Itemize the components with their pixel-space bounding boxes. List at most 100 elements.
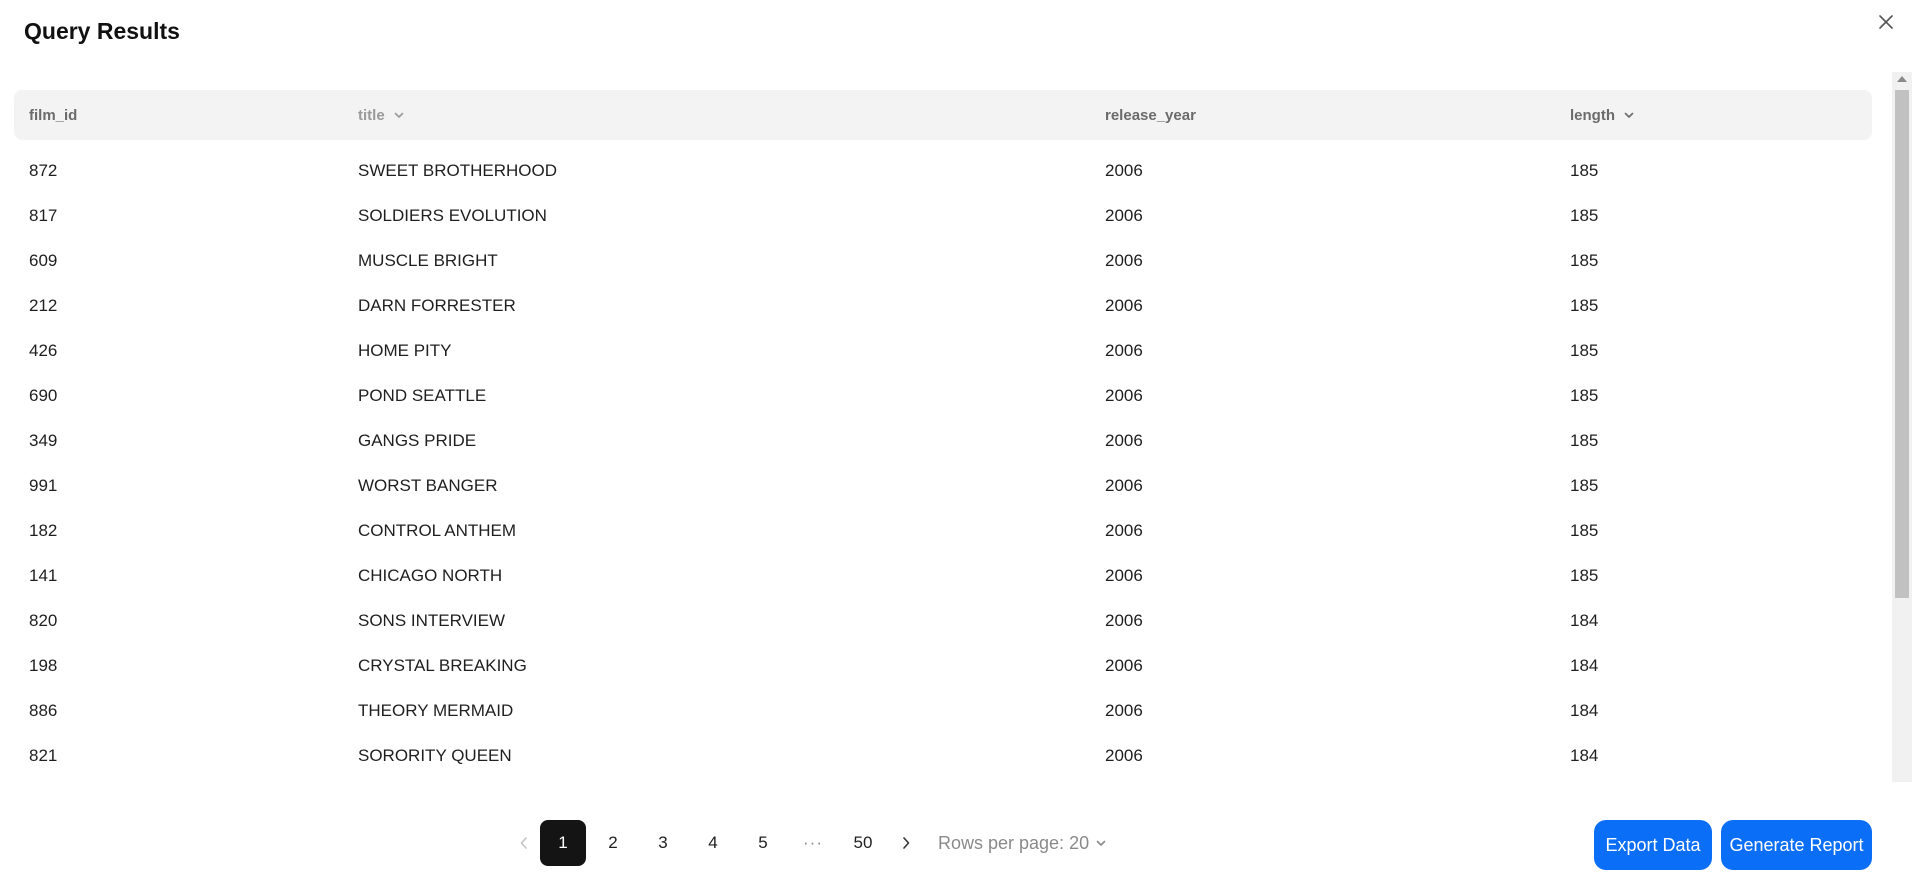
cell-film-id: 349: [29, 430, 58, 450]
cell-film-id: 212: [29, 295, 58, 315]
cell-length: 184: [1570, 745, 1599, 765]
table-row: 141 CHICAGO NORTH 2006 185: [14, 553, 1872, 598]
cell-release-year: 2006: [1105, 385, 1143, 405]
results-table: film_id title release_year length 872 SW…: [0, 72, 1912, 782]
page-button-2[interactable]: 2: [590, 820, 636, 866]
cell-title: WORST BANGER: [358, 475, 498, 495]
chevron-down-icon[interactable]: [1623, 109, 1635, 121]
cell-title: GANGS PRIDE: [358, 430, 477, 450]
table-row: 991 WORST BANGER 2006 185: [14, 463, 1872, 508]
vertical-scrollbar[interactable]: [1892, 72, 1912, 782]
cell-film-id: 426: [29, 340, 58, 360]
cell-title: SORORITY QUEEN: [358, 745, 512, 765]
cell-title: MUSCLE BRIGHT: [358, 250, 498, 270]
cell-film-id: 821: [29, 745, 58, 765]
chevron-down-icon[interactable]: [393, 109, 405, 121]
cell-title: CONTROL ANTHEM: [358, 520, 517, 540]
cell-release-year: 2006: [1105, 160, 1143, 180]
modal-header: Query Results: [0, 0, 1912, 72]
table-row: 872 SWEET BROTHERHOOD 2006 185: [14, 148, 1872, 193]
column-header-label: length: [1570, 106, 1615, 124]
cell-title: SOLDIERS EVOLUTION: [358, 205, 547, 225]
page-button-3[interactable]: 3: [640, 820, 686, 866]
page-ellipsis[interactable]: ···: [790, 820, 836, 866]
close-icon[interactable]: [1874, 10, 1898, 34]
cell-length: 185: [1570, 295, 1599, 315]
cell-length: 185: [1570, 430, 1599, 450]
chevron-right-icon[interactable]: [890, 820, 922, 866]
table-row: 426 HOME PITY 2006 185: [14, 328, 1872, 373]
cell-film-id: 198: [29, 655, 58, 675]
cell-length: 185: [1570, 340, 1599, 360]
cell-length: 185: [1570, 565, 1599, 585]
cell-film-id: 182: [29, 520, 58, 540]
cell-length: 185: [1570, 520, 1599, 540]
cell-release-year: 2006: [1105, 745, 1143, 765]
column-header-label: release_year: [1105, 106, 1196, 124]
table-row: 886 THEORY MERMAID 2006 184: [14, 688, 1872, 733]
page-button-4[interactable]: 4: [690, 820, 736, 866]
table-row: 690 POND SEATTLE 2006 185: [14, 373, 1872, 418]
cell-release-year: 2006: [1105, 475, 1143, 495]
cell-release-year: 2006: [1105, 295, 1143, 315]
cell-film-id: 609: [29, 250, 58, 270]
page-button-50[interactable]: 50: [840, 820, 886, 866]
chevron-left-icon[interactable]: [508, 820, 540, 866]
cell-release-year: 2006: [1105, 205, 1143, 225]
cell-length: 184: [1570, 700, 1599, 720]
table-row: 609 MUSCLE BRIGHT 2006 185: [14, 238, 1872, 283]
cell-film-id: 872: [29, 160, 58, 180]
cell-film-id: 991: [29, 475, 58, 495]
cell-release-year: 2006: [1105, 610, 1143, 630]
rows-per-page-label: Rows per page: 20: [938, 832, 1090, 853]
cell-length: 185: [1570, 250, 1599, 270]
pagination: 1 2 3 4 5 ··· 50 Rows per page: 20: [508, 820, 1107, 866]
column-header-label: title: [358, 106, 385, 124]
table-row: 182 CONTROL ANTHEM 2006 185: [14, 508, 1872, 553]
table-row: 820 SONS INTERVIEW 2006 184: [14, 598, 1872, 643]
page-button-5[interactable]: 5: [740, 820, 786, 866]
table-row: 821 SORORITY QUEEN 2006 184: [14, 733, 1872, 778]
cell-film-id: 886: [29, 700, 58, 720]
cell-length: 184: [1570, 655, 1599, 675]
cell-title: THEORY MERMAID: [358, 700, 514, 720]
cell-release-year: 2006: [1105, 520, 1143, 540]
cell-film-id: 141: [29, 565, 58, 585]
table-row: 212 DARN FORRESTER 2006 185: [14, 283, 1872, 328]
cell-film-id: 817: [29, 205, 58, 225]
cell-title: SWEET BROTHERHOOD: [358, 160, 557, 180]
cell-title: DARN FORRESTER: [358, 295, 516, 315]
table-row: 198 CRYSTAL BREAKING 2006 184: [14, 643, 1872, 688]
cell-release-year: 2006: [1105, 250, 1143, 270]
cell-release-year: 2006: [1105, 340, 1143, 360]
column-header-release-year: release_year: [1105, 90, 1196, 140]
table-header: film_id title release_year length: [14, 90, 1872, 140]
cell-length: 185: [1570, 385, 1599, 405]
export-data-button[interactable]: Export Data: [1594, 820, 1712, 870]
rows-per-page-select[interactable]: Rows per page: 20: [938, 833, 1107, 854]
cell-length: 184: [1570, 610, 1599, 630]
table-row: 817 SOLDIERS EVOLUTION 2006 185: [14, 193, 1872, 238]
cell-release-year: 2006: [1105, 565, 1143, 585]
scroll-up-arrow-icon[interactable]: [1897, 76, 1907, 82]
table-row: 349 GANGS PRIDE 2006 185: [14, 418, 1872, 463]
page-button-1[interactable]: 1: [540, 820, 586, 866]
cell-title: CHICAGO NORTH: [358, 565, 503, 585]
cell-film-id: 690: [29, 385, 58, 405]
cell-release-year: 2006: [1105, 700, 1143, 720]
column-header-title[interactable]: title: [358, 90, 405, 140]
cell-length: 185: [1570, 475, 1599, 495]
column-header-length[interactable]: length: [1570, 90, 1635, 140]
cell-release-year: 2006: [1105, 655, 1143, 675]
chevron-down-icon: [1095, 837, 1107, 849]
scrollbar-thumb[interactable]: [1895, 90, 1909, 598]
cell-title: POND SEATTLE: [358, 385, 487, 405]
cell-release-year: 2006: [1105, 430, 1143, 450]
column-header-film-id: film_id: [29, 90, 77, 140]
modal-title: Query Results: [24, 18, 180, 44]
cell-title: HOME PITY: [358, 340, 452, 360]
table-body: 872 SWEET BROTHERHOOD 2006 185 817 SOLDI…: [14, 148, 1872, 778]
cell-title: CRYSTAL BREAKING: [358, 655, 527, 675]
cell-length: 185: [1570, 205, 1599, 225]
generate-report-button[interactable]: Generate Report: [1721, 820, 1872, 870]
